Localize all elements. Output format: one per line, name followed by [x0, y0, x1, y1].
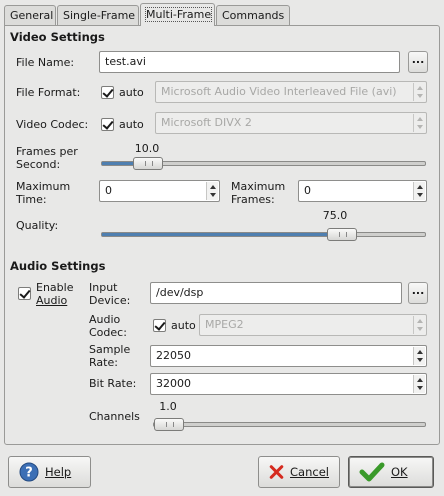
- enable-audio-label-line2: Audio: [36, 294, 67, 307]
- video-codec-auto-label: auto: [119, 118, 144, 131]
- quality-slider-fill: [102, 233, 343, 236]
- ok-button-label: OK: [391, 465, 408, 479]
- cancel-button[interactable]: Cancel: [258, 456, 340, 488]
- tab-multi-frame-label: Multi-Frame: [144, 7, 213, 22]
- bit-rate-value: 32000: [156, 377, 191, 390]
- video-settings-title: Video Settings: [10, 30, 105, 44]
- help-button[interactable]: ? Help: [8, 456, 91, 488]
- max-time-label-line2: Time:: [16, 193, 47, 206]
- audio-codec-auto-label: auto: [171, 319, 196, 332]
- help-button-text: Help: [45, 465, 72, 479]
- tab-commands[interactable]: Commands: [216, 5, 290, 25]
- input-device-value: /dev/dsp: [156, 286, 204, 299]
- audio-codec-arrows-icon: [413, 316, 425, 334]
- input-device-input[interactable]: /dev/dsp: [150, 282, 402, 304]
- sample-rate-value: 22050: [156, 349, 191, 362]
- cancel-x-icon: [269, 465, 284, 479]
- sample-rate-spinbox[interactable]: 22050: [150, 345, 427, 367]
- audio-codec-value: MPEG2: [205, 318, 244, 331]
- tab-single-frame-label: Single-Frame: [63, 9, 136, 22]
- file-name-input[interactable]: test.avi: [99, 51, 400, 73]
- fps-slider-thumb[interactable]: [133, 157, 163, 170]
- file-browse-button[interactable]: ...: [408, 51, 428, 73]
- tab-general-label: General: [10, 9, 54, 22]
- quality-slider-thumb[interactable]: [327, 228, 358, 241]
- video-codec-auto-checkbox[interactable]: [101, 118, 114, 131]
- file-format-auto-checkbox[interactable]: [101, 86, 114, 99]
- input-device-label-line2: Device:: [89, 294, 131, 307]
- video-codec-select[interactable]: Microsoft DIVX 2: [155, 112, 427, 134]
- input-device-browse-label: ...: [411, 284, 425, 297]
- fps-label-line2: Second:: [16, 158, 61, 171]
- enable-audio-label-text: Audio: [36, 294, 68, 307]
- input-device-browse-button[interactable]: ...: [408, 282, 428, 304]
- bit-rate-label: Bit Rate:: [89, 377, 137, 390]
- ok-button-text: OK: [391, 465, 408, 479]
- channels-slider-value: 1.0: [159, 400, 177, 413]
- sample-rate-label-line2: Rate:: [89, 356, 118, 369]
- help-icon: ?: [19, 462, 39, 482]
- help-button-label: Help: [45, 465, 71, 479]
- bit-rate-spinbox[interactable]: 32000: [150, 373, 427, 395]
- file-format-value: Microsoft Audio Video Interleaved File (…: [161, 85, 397, 98]
- audio-codec-select[interactable]: MPEG2: [199, 314, 427, 336]
- audio-codec-auto-checkbox[interactable]: [153, 319, 166, 332]
- ok-check-icon: [359, 462, 385, 482]
- channels-slider[interactable]: [153, 418, 426, 431]
- audio-codec-label-line2: Codec:: [89, 326, 127, 339]
- video-codec-label: Video Codec:: [16, 118, 89, 131]
- file-format-label: File Format:: [16, 86, 81, 99]
- max-frames-spin-icon[interactable]: [413, 182, 425, 200]
- input-device-label-line1: Input: [89, 281, 118, 294]
- file-format-arrows-icon: [413, 83, 425, 101]
- max-frames-label-line2: Frames:: [231, 193, 275, 206]
- fps-slider-value: 10.0: [134, 142, 160, 155]
- file-name-label: File Name:: [16, 56, 75, 69]
- tab-single-frame[interactable]: Single-Frame: [57, 5, 139, 25]
- svg-text:?: ?: [25, 466, 33, 481]
- tab-commands-label: Commands: [222, 9, 285, 22]
- tab-general[interactable]: General: [4, 5, 56, 25]
- file-browse-label: ...: [411, 53, 425, 66]
- max-time-value: 0: [105, 184, 112, 197]
- channels-label: Channels: [89, 410, 140, 423]
- sample-rate-spin-icon[interactable]: [413, 347, 425, 365]
- quality-slider-value: 75.0: [322, 209, 348, 222]
- channels-slider-thumb[interactable]: [154, 418, 184, 431]
- sample-rate-label-line1: Sample: [89, 343, 131, 356]
- quality-label: Quality:: [16, 219, 59, 232]
- video-codec-arrows-icon: [413, 114, 425, 132]
- enable-audio-checkbox[interactable]: [18, 287, 31, 300]
- video-codec-value: Microsoft DIVX 2: [161, 116, 252, 129]
- max-time-label-line1: Maximum: [16, 180, 71, 193]
- max-time-spin-icon[interactable]: [206, 182, 218, 200]
- max-frames-value: 0: [304, 184, 311, 197]
- cancel-button-label: Cancel: [290, 465, 329, 479]
- tab-multi-frame[interactable]: Multi-Frame: [140, 3, 215, 26]
- quality-slider[interactable]: [101, 228, 426, 241]
- max-time-spinbox[interactable]: 0: [99, 180, 220, 202]
- cancel-button-text: Cancel: [290, 465, 329, 479]
- ok-button[interactable]: OK: [348, 456, 434, 488]
- max-frames-label-line1: Maximum: [231, 180, 286, 193]
- file-format-auto-label: auto: [119, 86, 144, 99]
- enable-audio-label-line1: Enable: [36, 281, 74, 294]
- max-frames-spinbox[interactable]: 0: [298, 180, 427, 202]
- fps-label-line1: Frames per: [16, 145, 78, 158]
- audio-codec-label-line1: Audio: [89, 313, 121, 326]
- bit-rate-spin-icon[interactable]: [413, 375, 425, 393]
- file-format-select[interactable]: Microsoft Audio Video Interleaved File (…: [155, 81, 427, 103]
- fps-slider[interactable]: [101, 157, 426, 170]
- file-name-value: test.avi: [105, 55, 146, 68]
- audio-settings-title: Audio Settings: [10, 259, 106, 273]
